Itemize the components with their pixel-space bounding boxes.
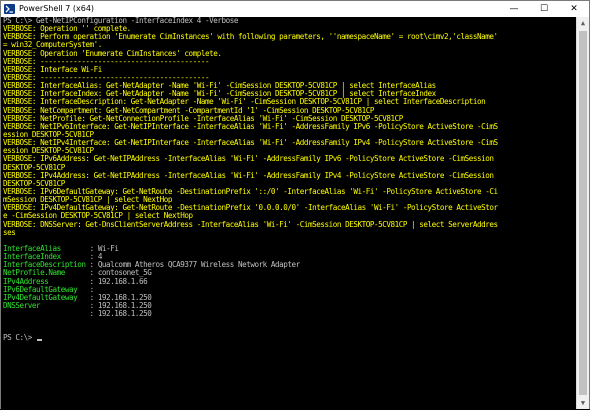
scroll-thumb[interactable] — [579, 31, 587, 395]
powershell-icon — [4, 4, 15, 14]
verbose-line: ses — [3, 227, 16, 237]
result-properties: InterfaceAlias : Wi-Fi InterfaceIndex : 4… — [1, 244, 578, 319]
title-bar[interactable]: PowerShell 7 (x64) — ☐ ✕ — [1, 1, 589, 18]
property-value: 192.168.1.66 — [97, 276, 148, 286]
maximize-button[interactable]: ☐ — [529, 1, 559, 17]
property-row: : 192.168.1.250 — [1, 309, 578, 319]
text-cursor — [36, 339, 42, 342]
final-prompt-line[interactable]: PS C:\> — [1, 334, 578, 342]
verbose-output: VERBOSE: Operation '' complete. VERBOSE: … — [1, 24, 578, 237]
property-value: 192.168.1.250 — [97, 309, 152, 319]
console-output[interactable]: PS C:\> Get-NetIPConfiguration -Interfac… — [1, 17, 578, 410]
powershell-window: PowerShell 7 (x64) — ☐ ✕ PS C:\> Get-Net… — [0, 0, 590, 410]
verbose-line: VERBOSE: IPv6Address: Get-NetIPAddress -… — [3, 154, 494, 164]
verbose-line: VERBOSE: DNSServer: Get-DnsClientServerA… — [3, 219, 498, 229]
close-button[interactable]: ✕ — [559, 1, 589, 17]
scroll-down-arrow-icon[interactable]: ▼ — [577, 397, 589, 409]
vertical-scrollbar[interactable]: ▲ ▼ — [576, 17, 589, 409]
minimize-button[interactable]: — — [499, 1, 529, 17]
window-title: PowerShell 7 (x64) — [19, 4, 95, 13]
final-prompt: PS C:\> — [3, 333, 32, 343]
property-padding: : — [3, 309, 98, 319]
verbose-line: VERBOSE: IPv4Address: Get-NetIPAddress -… — [3, 170, 494, 180]
scroll-up-arrow-icon[interactable]: ▲ — [577, 17, 589, 29]
